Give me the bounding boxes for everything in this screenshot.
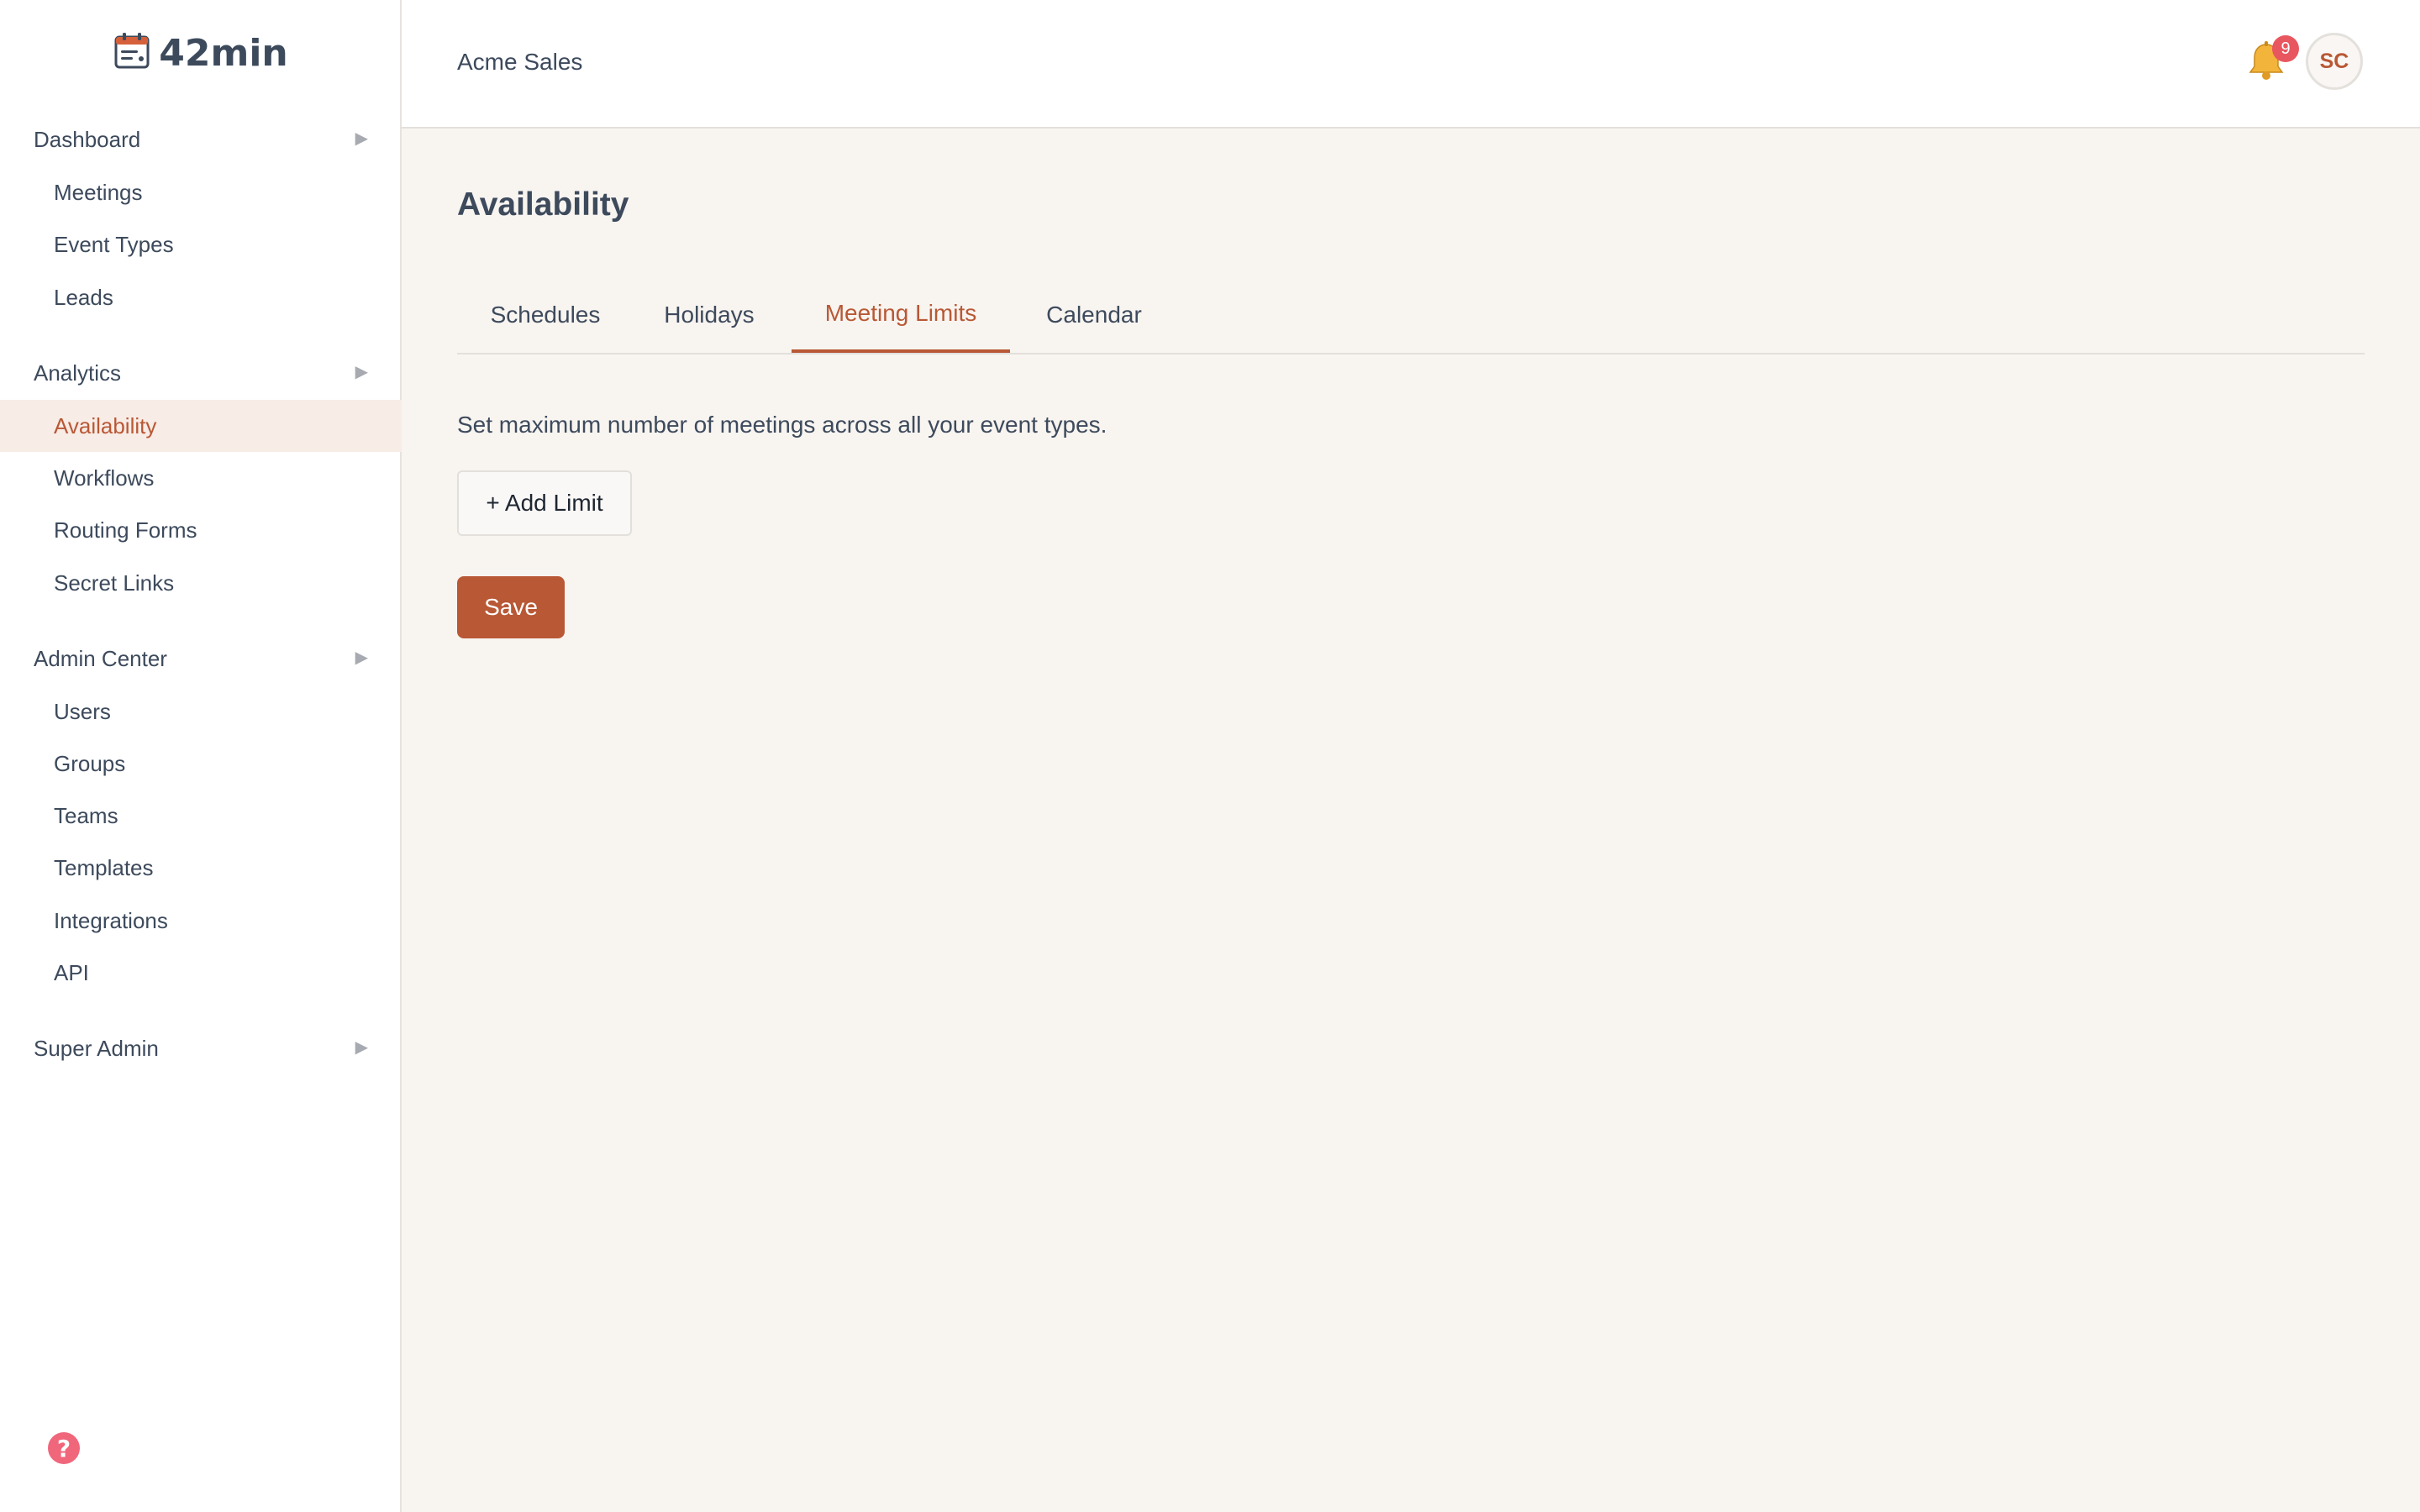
sidebar-item-availability[interactable]: Availability <box>0 400 402 452</box>
chevron-right-icon: ▶ <box>355 362 368 381</box>
tab-bar: Schedules Holidays Meeting Limits Calend… <box>457 277 2365 354</box>
avatar[interactable]: SC <box>2306 33 2363 90</box>
sidebar-item-label: Secret Links <box>54 570 175 596</box>
help-icon[interactable]: ? <box>48 1432 80 1464</box>
sidebar-item-templates[interactable]: Templates <box>0 842 402 894</box>
sidebar-item-api[interactable]: API <box>0 947 402 999</box>
sidebar-item-teams[interactable]: Teams <box>0 790 402 842</box>
tab-holidays[interactable]: Holidays <box>634 277 785 353</box>
tab-label: Meeting Limits <box>824 300 977 326</box>
calendar-icon <box>113 32 150 75</box>
tab-calendar[interactable]: Calendar <box>1010 277 1178 353</box>
sidebar-section-analytics[interactable]: Analytics ▶ <box>0 348 402 398</box>
sidebar-item-label: Workflows <box>54 465 155 491</box>
notification-badge: 9 <box>2272 35 2299 62</box>
page-title: Availability <box>457 186 629 223</box>
chevron-right-icon: ▶ <box>355 1037 368 1057</box>
sidebar: 42min Dashboard ▶ Meetings Event Types L… <box>0 0 402 1512</box>
sidebar-item-event-types[interactable]: Event Types <box>0 218 402 270</box>
organization-name: Acme Sales <box>457 49 583 75</box>
sidebar-section-label: Dashboard <box>34 126 141 152</box>
top-header: Acme Sales 9 SC <box>402 0 2420 129</box>
sidebar-item-meetings[interactable]: Meetings <box>0 166 402 218</box>
sidebar-section-super-admin[interactable]: Super Admin ▶ <box>0 1023 402 1074</box>
sidebar-item-workflows[interactable]: Workflows <box>0 452 402 504</box>
save-button[interactable]: Save <box>457 576 565 638</box>
add-limit-button[interactable]: + Add Limit <box>457 470 632 536</box>
tab-label: Calendar <box>1046 302 1142 328</box>
sidebar-item-label: Meetings <box>54 179 143 205</box>
sidebar-item-label: Integrations <box>54 907 168 933</box>
sidebar-item-routing-forms[interactable]: Routing Forms <box>0 504 402 556</box>
sidebar-section-label: Super Admin <box>34 1035 159 1061</box>
tab-meeting-limits[interactable]: Meeting Limits <box>792 277 1010 353</box>
logo-text: 42min <box>159 32 288 75</box>
sidebar-item-label: Users <box>54 698 111 724</box>
sidebar-item-label: Teams <box>54 802 118 828</box>
sidebar-section-label: Analytics <box>34 360 122 386</box>
avatar-initials: SC <box>2319 49 2349 73</box>
sidebar-item-label: Event Types <box>54 231 174 257</box>
sidebar-item-label: Templates <box>54 854 154 880</box>
sidebar-item-label: Routing Forms <box>54 517 197 543</box>
sidebar-item-label: Groups <box>54 750 126 776</box>
sidebar-item-leads[interactable]: Leads <box>0 271 402 323</box>
sidebar-item-label: Availability <box>54 412 157 438</box>
tab-label: Schedules <box>490 302 601 328</box>
tab-schedules[interactable]: Schedules <box>457 277 634 353</box>
sidebar-item-label: Leads <box>54 284 113 310</box>
meeting-limits-description: Set maximum number of meetings across al… <box>457 412 1107 438</box>
sidebar-section-label: Admin Center <box>34 645 167 671</box>
chevron-right-icon: ▶ <box>355 129 368 148</box>
tab-label: Holidays <box>664 302 755 328</box>
sidebar-item-label: API <box>54 959 89 985</box>
chevron-right-icon: ▶ <box>355 648 368 667</box>
sidebar-item-users[interactable]: Users <box>0 685 402 738</box>
sidebar-item-secret-links[interactable]: Secret Links <box>0 557 402 609</box>
logo[interactable]: 42min <box>0 32 402 75</box>
sidebar-section-admin-center[interactable]: Admin Center ▶ <box>0 633 402 684</box>
sidebar-section-dashboard[interactable]: Dashboard ▶ <box>0 114 402 165</box>
sidebar-item-groups[interactable]: Groups <box>0 738 402 790</box>
sidebar-item-integrations[interactable]: Integrations <box>0 895 402 947</box>
